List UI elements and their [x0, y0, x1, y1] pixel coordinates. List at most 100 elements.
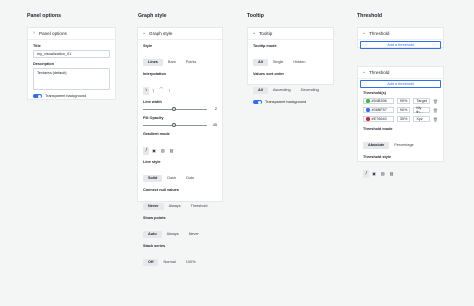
show-points-auto[interactable]: Auto: [143, 230, 162, 238]
gradient-hue-icon[interactable]: ▧: [158, 147, 167, 155]
threshold-style-lines-icon[interactable]: ▣: [369, 170, 378, 178]
tooltip-mode-label: Tooltip mode: [253, 44, 277, 48]
section-title-graph-style: Graph style: [138, 13, 167, 19]
description-textarea[interactable]: Textarea (default): [33, 68, 110, 90]
interpolation-step-after-icon[interactable]: ┐: [166, 87, 174, 95]
stack-series-label: Stack series: [143, 244, 166, 248]
threshold-percent-field[interactable]: 90%: [396, 98, 411, 104]
line-style-dots[interactable]: Dots: [181, 175, 199, 182]
threshold-style-segmented: ⧸ ▣ ▧ ▨: [363, 169, 396, 178]
threshold-color-field[interactable]: #E76640: [363, 116, 394, 122]
stack-series-segmented: Off Normal 100%: [143, 258, 201, 266]
tooltip-mode-hidden[interactable]: Hidden: [288, 59, 310, 66]
panel-options-card: › Panel options Title my_visualization_0…: [27, 27, 116, 100]
line-width-slider-thumb[interactable]: [171, 106, 176, 111]
threshold-full-header[interactable]: ⌄ Threshold: [358, 67, 443, 79]
sort-order-ascending[interactable]: Ascending: [268, 87, 296, 94]
style-label: Style: [143, 44, 153, 48]
stack-series-100[interactable]: 100%: [181, 259, 201, 266]
color-swatch-icon: [366, 108, 370, 112]
fill-opacity-label: Fill Opacity: [143, 116, 164, 120]
trash-icon[interactable]: 🗑: [433, 108, 438, 113]
trash-icon[interactable]: 🗑: [433, 99, 438, 104]
threshold-color-field[interactable]: #06BF57: [363, 107, 394, 113]
chevron-down-icon: ⌄: [362, 30, 367, 36]
threshold-percent-field[interactable]: 35%: [396, 116, 411, 122]
line-style-label: Line style: [143, 160, 161, 164]
interpolation-label: Interpolation: [143, 72, 166, 76]
chevron-down-icon: ⌄: [252, 30, 257, 36]
fill-opacity-slider[interactable]: [143, 122, 207, 127]
tooltip-header[interactable]: ⌄ Tooltip: [248, 28, 333, 40]
graph-style-header-label: Graph style: [149, 31, 173, 36]
trash-icon[interactable]: 🗑: [433, 117, 438, 122]
transparent-background-toggle[interactable]: [33, 94, 42, 99]
threshold-mode-absolute[interactable]: Absolute: [363, 141, 390, 149]
threshold-row: #06BF57 90% My th... 🗑: [363, 106, 438, 114]
line-width-slider[interactable]: [143, 106, 207, 111]
color-swatch-icon: [366, 99, 370, 103]
interpolation-smooth-icon[interactable]: ∖: [149, 87, 157, 95]
style-segmented: Lines Bars Points: [143, 58, 202, 66]
interpolation-step-before-icon[interactable]: ⌒: [157, 87, 166, 95]
fill-opacity-slider-thumb[interactable]: [171, 122, 176, 127]
threshold-style-label: Threshold style: [363, 155, 392, 159]
threshold-style-both-icon[interactable]: ▨: [387, 170, 396, 178]
threshold-style-area-icon[interactable]: ▧: [378, 170, 387, 178]
title-label: Title: [33, 44, 41, 48]
threshold-hex: #E76640: [371, 117, 387, 121]
tooltip-mode-single[interactable]: Single: [268, 59, 289, 66]
section-title-threshold: Threshold: [357, 13, 383, 19]
sort-order-all[interactable]: All: [253, 86, 268, 94]
threshold-full-card: ⌄ Threshold Add a threshold Threshold(s)…: [357, 66, 444, 178]
connect-null-always[interactable]: Always: [164, 203, 186, 210]
threshold-color-field[interactable]: #54B396: [363, 98, 394, 104]
stack-series-normal[interactable]: Normal: [158, 259, 180, 266]
threshold-mode-segmented: Absolute Percentage: [363, 141, 419, 149]
chevron-down-icon: ⌄: [362, 69, 367, 75]
threshold-name-field[interactable]: My th...: [413, 106, 430, 114]
gradient-scheme-icon[interactable]: ▨: [167, 147, 176, 155]
line-style-solid[interactable]: Solid: [143, 174, 163, 182]
threshold-name-field[interactable]: Xyz: [413, 116, 430, 122]
threshold-percent-field[interactable]: 90%: [396, 107, 411, 113]
add-threshold-button[interactable]: Add a threshold: [360, 41, 441, 49]
description-label: Description: [33, 62, 54, 66]
threshold-mode-percentage[interactable]: Percentage: [389, 142, 418, 149]
sort-order-label: Values sort order: [253, 72, 285, 76]
gradient-opacity-icon[interactable]: ▣: [149, 147, 158, 155]
chevron-down-icon: ⌄: [142, 30, 147, 36]
tooltip-transparent-toggle[interactable]: [253, 100, 262, 105]
chevron-right-icon: ›: [33, 30, 35, 36]
threshold-mode-label: Threshold mode: [363, 127, 393, 131]
connect-null-segmented: Never Always Threshold: [143, 202, 213, 210]
style-option-points[interactable]: Points: [181, 59, 202, 66]
threshold-empty-header[interactable]: ⌄ Threshold: [358, 28, 443, 40]
style-option-bars[interactable]: Bars: [163, 59, 181, 66]
graph-style-header[interactable]: ⌄ Graph style: [138, 28, 222, 40]
line-width-label: Line width: [143, 100, 162, 104]
thresholds-label: Threshold(s): [363, 91, 386, 95]
fill-opacity-value: 45: [212, 123, 217, 127]
add-threshold-button[interactable]: Add a threshold: [360, 80, 441, 88]
threshold-name-field[interactable]: Target: [413, 98, 430, 104]
panel-options-header[interactable]: › Panel options: [28, 28, 115, 40]
stack-series-off[interactable]: Off: [143, 258, 159, 266]
threshold-empty-header-label: Threshold: [369, 31, 390, 36]
threshold-row: #E76640 35% Xyz 🗑: [363, 115, 438, 123]
style-option-lines[interactable]: Lines: [143, 58, 163, 66]
line-style-dash[interactable]: Dash: [162, 175, 181, 182]
show-points-always[interactable]: Always: [162, 231, 184, 238]
show-points-never[interactable]: Never: [184, 231, 204, 238]
sort-order-descending[interactable]: Decending: [296, 87, 324, 94]
connect-null-threshold[interactable]: Threshold: [186, 203, 213, 210]
color-swatch-icon: [366, 117, 370, 121]
gradient-mode-label: Gradient mode: [143, 132, 170, 136]
threshold-full-header-label: Threshold: [369, 70, 390, 75]
tooltip-mode-all[interactable]: All: [253, 58, 268, 66]
section-title-panel-options: Panel options: [27, 13, 62, 19]
connect-null-never[interactable]: Never: [143, 202, 164, 210]
show-points-segmented: Auto Always Never: [143, 230, 204, 238]
title-input[interactable]: my_visualization_01: [33, 50, 110, 58]
threshold-row: #54B396 90% Target 🗑: [363, 97, 438, 105]
